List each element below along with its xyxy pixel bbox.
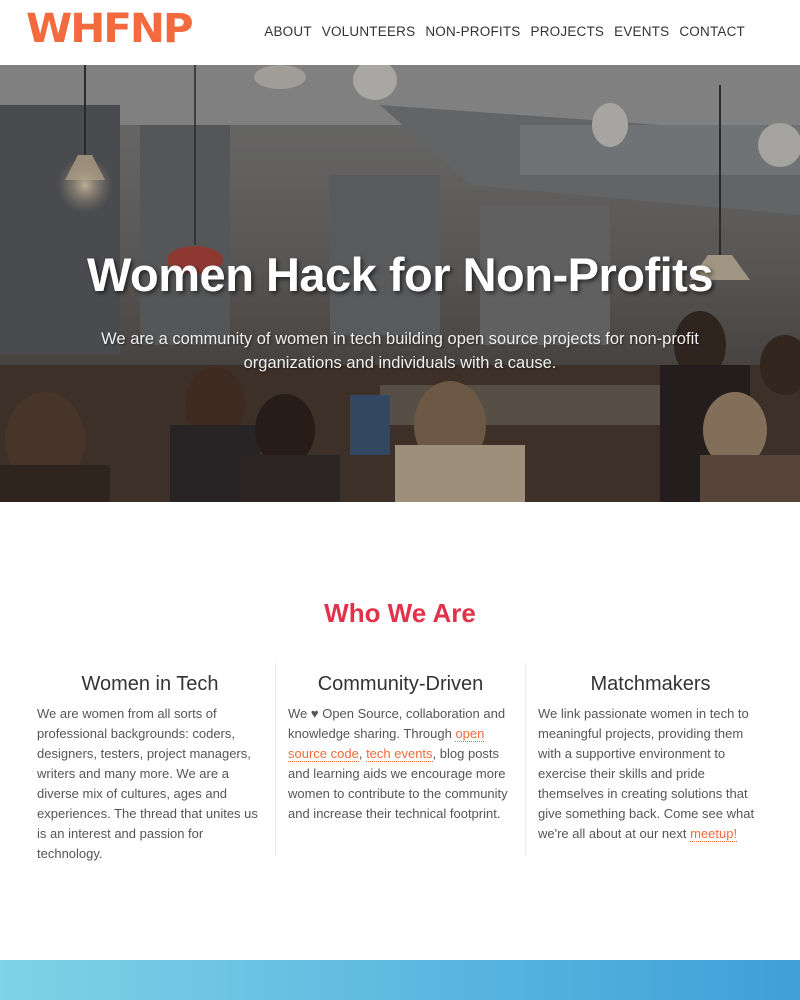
column-heading: Women in Tech <box>81 673 219 695</box>
who-we-are-columns: Women in Tech We are women from all sort… <box>25 663 775 861</box>
column-text: We ♥ Open Source, collaboration and know… <box>288 704 513 824</box>
hero-banner: Women Hack for Non-Profits We are a comm… <box>0 65 800 502</box>
hero-subtitle: We are a community of women in tech buil… <box>101 330 699 372</box>
text-segment: We link passionate women in tech to mean… <box>538 706 755 841</box>
meetup-link[interactable]: meetup! <box>690 826 738 842</box>
footer-color-band <box>0 960 800 1000</box>
logo-wordmark: WHFNP <box>26 6 194 52</box>
column-matchmakers: Matchmakers We link passionate women in … <box>525 663 775 856</box>
tech-events-link[interactable]: tech events <box>366 746 433 762</box>
nav-about[interactable]: ABOUT <box>264 24 312 39</box>
main-nav: ABOUT VOLUNTEERS NON-PROFITS PROJECTS EV… <box>264 24 745 39</box>
column-women-in-tech: Women in Tech We are women from all sort… <box>25 663 275 861</box>
column-community-driven: Community-Driven We ♥ Open Source, colla… <box>275 663 525 856</box>
site-header: WHFNP ABOUT VOLUNTEERS NON-PROFITS PROJE… <box>0 0 800 65</box>
column-text: We are women from all sorts of professio… <box>37 706 258 861</box>
nav-events[interactable]: EVENTS <box>614 24 669 39</box>
nav-volunteers[interactable]: VOLUNTEERS <box>322 24 416 39</box>
who-we-are-title: Who We Are <box>324 598 476 628</box>
site-logo[interactable]: WHFNP <box>26 6 214 52</box>
column-text: We link passionate women in tech to mean… <box>538 704 763 844</box>
text-segment: , <box>358 746 367 761</box>
column-heading: Matchmakers <box>590 673 711 695</box>
column-heading: Community-Driven <box>317 673 484 695</box>
nav-contact[interactable]: CONTACT <box>679 24 745 39</box>
nav-non-profits[interactable]: NON-PROFITS <box>425 24 520 39</box>
nav-projects[interactable]: PROJECTS <box>531 24 605 39</box>
hero-title: Women Hack for Non-Profits <box>87 248 713 301</box>
